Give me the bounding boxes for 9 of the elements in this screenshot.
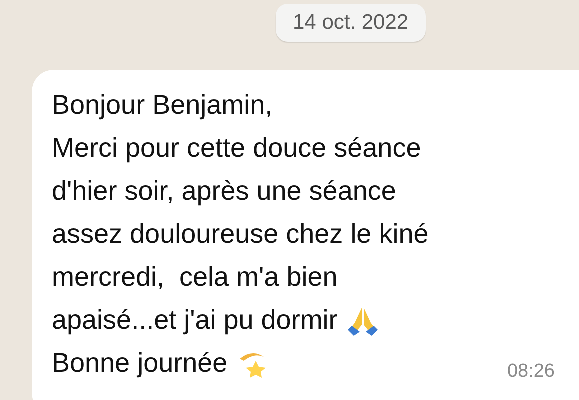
- message-text: Bonne journée: [52, 348, 228, 379]
- message-text: Bonjour Benjamin,: [52, 90, 273, 121]
- message-text: d'hier soir, après une séance: [52, 176, 396, 207]
- message-text: Merci pour cette douce séance: [52, 133, 422, 164]
- message-text: apaisé...et j'ai pu dormir: [52, 305, 338, 336]
- message-text: mercredi, cela m'a bien: [52, 262, 338, 293]
- message-time: 08:26: [507, 361, 555, 384]
- message-text: assez douloureuse chez le kiné: [52, 219, 429, 250]
- date-label: 14 oct. 2022: [276, 4, 426, 42]
